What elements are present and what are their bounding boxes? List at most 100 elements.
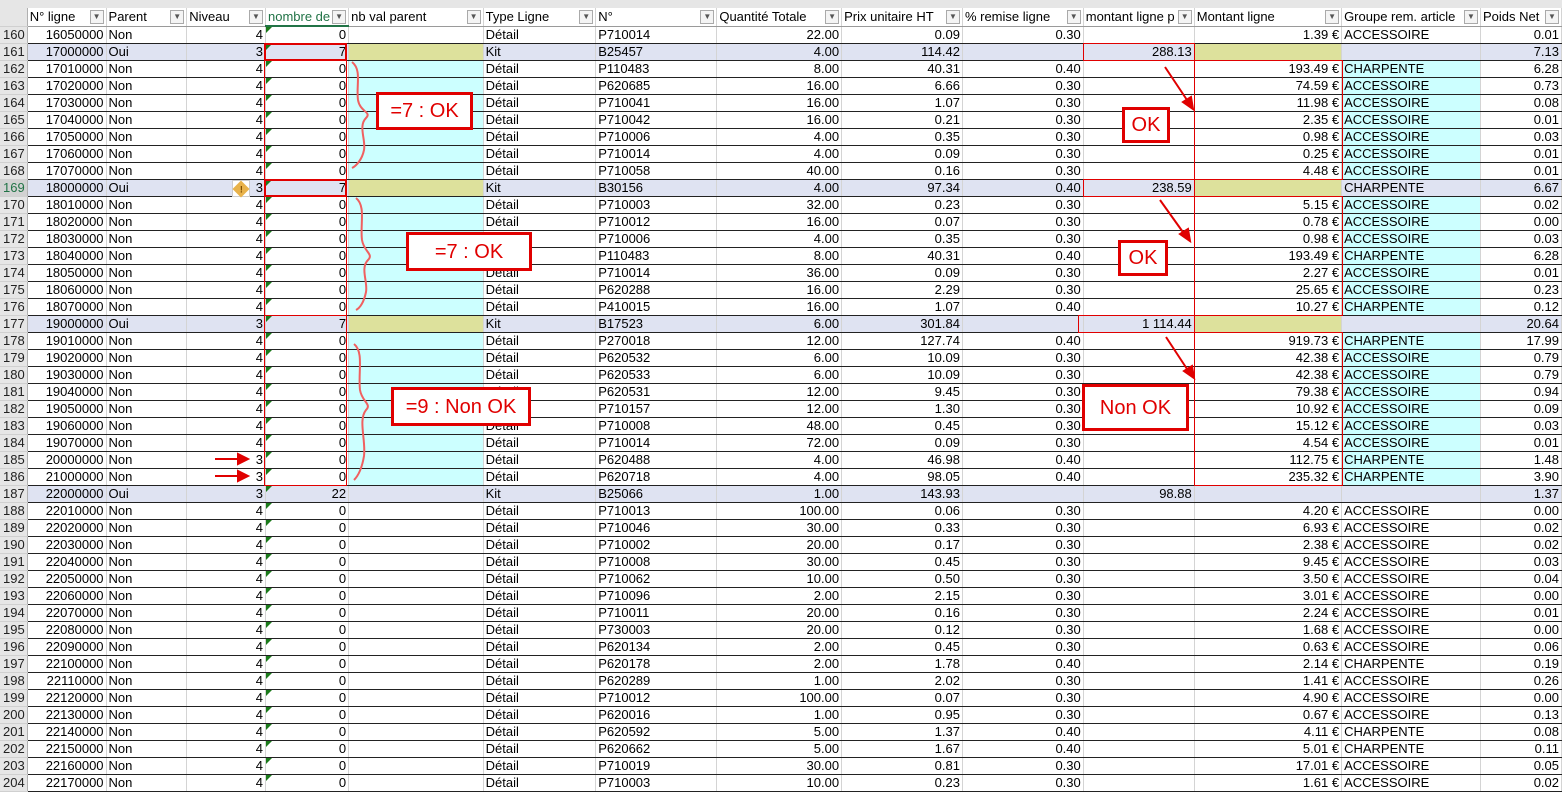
cell-nb-val-parent[interactable] xyxy=(348,757,484,775)
cell-montant-ligne[interactable] xyxy=(1194,43,1343,61)
cell-parent[interactable]: Non xyxy=(106,519,188,537)
cell-niveau[interactable]: 4 xyxy=(186,281,266,299)
cell-nombre-de[interactable]: 0 xyxy=(265,196,350,214)
cell-nb-val-parent[interactable] xyxy=(348,519,484,537)
cell-nombre-de[interactable]: 0 xyxy=(265,434,350,452)
cell-prix-unitaire[interactable]: 1.67 xyxy=(841,740,963,758)
cell-prix-unitaire[interactable]: 0.16 xyxy=(841,162,963,180)
cell-niveau[interactable]: 4 xyxy=(186,621,266,639)
cell-remise[interactable]: 0.40 xyxy=(962,332,1084,350)
cell-prix-unitaire[interactable]: 0.95 xyxy=(841,706,963,724)
cell-numero[interactable]: P710014 xyxy=(595,26,718,44)
cell-poids-net[interactable]: 1.37 xyxy=(1480,485,1562,503)
cell-quantite-totale[interactable]: 20.00 xyxy=(716,536,843,554)
cell-numero[interactable]: P710003 xyxy=(595,196,718,214)
cell-poids-net[interactable]: 3.90 xyxy=(1480,468,1562,486)
cell-numero[interactable]: P730003 xyxy=(595,621,718,639)
cell-prix-unitaire[interactable]: 0.17 xyxy=(841,536,963,554)
cell-n-ligne[interactable]: 19060000 xyxy=(27,417,107,435)
cell-type-ligne[interactable]: Détail xyxy=(483,349,597,367)
cell-remise[interactable]: 0.40 xyxy=(962,179,1084,197)
cell-quantite-totale[interactable]: 4.00 xyxy=(716,128,843,146)
cell-remise[interactable]: 0.30 xyxy=(962,77,1084,95)
cell-remise[interactable]: 0.30 xyxy=(962,230,1084,248)
cell-groupe-rem[interactable]: ACCESSOIRE xyxy=(1341,587,1481,605)
cell-numero[interactable]: P620531 xyxy=(595,383,718,401)
cell-quantite-totale[interactable]: 100.00 xyxy=(716,502,843,520)
cell-montant-ligne-p[interactable] xyxy=(1083,281,1195,299)
cell-montant-ligne-p[interactable] xyxy=(1083,621,1195,639)
cell-numero[interactable]: P620134 xyxy=(595,638,718,656)
cell-prix-unitaire[interactable]: 0.81 xyxy=(841,757,963,775)
cell-nb-val-parent[interactable] xyxy=(348,621,484,639)
cell-poids-net[interactable]: 0.02 xyxy=(1480,774,1562,792)
cell-poids-net[interactable]: 7.13 xyxy=(1480,43,1562,61)
filter-dropdown-icon[interactable]: ▼ xyxy=(170,10,185,24)
cell-n-ligne[interactable]: 18070000 xyxy=(27,298,107,316)
cell-numero[interactable]: P410015 xyxy=(595,298,718,316)
cell-type-ligne[interactable]: Détail xyxy=(483,553,597,571)
cell-remise[interactable]: 0.30 xyxy=(962,434,1084,452)
cell-groupe-rem[interactable]: ACCESSOIRE xyxy=(1341,77,1481,95)
cell-groupe-rem[interactable]: ACCESSOIRE xyxy=(1341,111,1481,129)
cell-numero[interactable]: B25457 xyxy=(595,43,718,61)
cell-niveau[interactable]: 4 xyxy=(186,196,266,214)
cell-niveau[interactable]: 4 xyxy=(186,145,266,163)
cell-montant-ligne-p[interactable] xyxy=(1083,26,1195,44)
cell-n-ligne[interactable]: 22120000 xyxy=(27,689,107,707)
row-header[interactable]: 160 xyxy=(0,26,28,44)
cell-niveau[interactable]: 4 xyxy=(186,536,266,554)
cell-nombre-de[interactable]: 0 xyxy=(265,451,350,469)
row-header[interactable]: 199 xyxy=(0,689,28,707)
cell-niveau[interactable]: 4 xyxy=(186,587,266,605)
cell-montant-ligne[interactable]: 0.98 € xyxy=(1194,128,1343,146)
cell-prix-unitaire[interactable]: 10.09 xyxy=(841,349,963,367)
cell-remise[interactable]: 0.30 xyxy=(962,757,1084,775)
cell-quantite-totale[interactable]: 16.00 xyxy=(716,298,843,316)
row-header[interactable]: 167 xyxy=(0,145,28,163)
cell-parent[interactable]: Non xyxy=(106,213,188,231)
row-header[interactable]: 193 xyxy=(0,587,28,605)
cell-nombre-de[interactable]: 0 xyxy=(265,502,350,520)
cell-montant-ligne-p[interactable] xyxy=(1083,213,1195,231)
cell-numero[interactable]: P620178 xyxy=(595,655,718,673)
cell-nb-val-parent[interactable] xyxy=(348,672,484,690)
cell-type-ligne[interactable]: Détail xyxy=(483,77,597,95)
cell-remise[interactable]: 0.30 xyxy=(962,264,1084,282)
cell-niveau[interactable]: 4 xyxy=(186,247,266,265)
cell-type-ligne[interactable]: Détail xyxy=(483,757,597,775)
cell-type-ligne[interactable]: Détail xyxy=(483,723,597,741)
cell-quantite-totale[interactable]: 30.00 xyxy=(716,519,843,537)
row-header[interactable]: 192 xyxy=(0,570,28,588)
cell-remise[interactable]: 0.40 xyxy=(962,740,1084,758)
cell-montant-ligne[interactable]: 0.67 € xyxy=(1194,706,1343,724)
cell-prix-unitaire[interactable]: 0.35 xyxy=(841,230,963,248)
cell-groupe-rem[interactable]: ACCESSOIRE xyxy=(1341,553,1481,571)
cell-groupe-rem[interactable]: ACCESSOIRE xyxy=(1341,145,1481,163)
cell-nombre-de[interactable]: 0 xyxy=(265,162,350,180)
row-header[interactable]: 173 xyxy=(0,247,28,265)
row-header[interactable]: 164 xyxy=(0,94,28,112)
cell-parent[interactable]: Non xyxy=(106,26,188,44)
cell-parent[interactable]: Non xyxy=(106,417,188,435)
cell-groupe-rem[interactable]: ACCESSOIRE xyxy=(1341,196,1481,214)
cell-type-ligne[interactable]: Détail xyxy=(483,451,597,469)
cell-prix-unitaire[interactable]: 1.07 xyxy=(841,298,963,316)
cell-poids-net[interactable]: 0.02 xyxy=(1480,519,1562,537)
cell-groupe-rem[interactable]: ACCESSOIRE xyxy=(1341,757,1481,775)
cell-niveau[interactable]: 4 xyxy=(186,128,266,146)
cell-n-ligne[interactable]: 22080000 xyxy=(27,621,107,639)
cell-numero[interactable]: P710019 xyxy=(595,757,718,775)
cell-numero[interactable]: P710058 xyxy=(595,162,718,180)
cell-nombre-de[interactable]: 0 xyxy=(265,655,350,673)
cell-niveau[interactable]: 4 xyxy=(186,740,266,758)
row-header[interactable]: 189 xyxy=(0,519,28,537)
cell-type-ligne[interactable]: Détail xyxy=(483,281,597,299)
cell-remise[interactable]: 0.30 xyxy=(962,383,1084,401)
cell-poids-net[interactable]: 0.08 xyxy=(1480,94,1562,112)
cell-nb-val-parent[interactable] xyxy=(348,485,484,503)
cell-prix-unitaire[interactable]: 9.45 xyxy=(841,383,963,401)
cell-n-ligne[interactable]: 17050000 xyxy=(27,128,107,146)
cell-prix-unitaire[interactable]: 0.09 xyxy=(841,145,963,163)
row-header[interactable]: 197 xyxy=(0,655,28,673)
